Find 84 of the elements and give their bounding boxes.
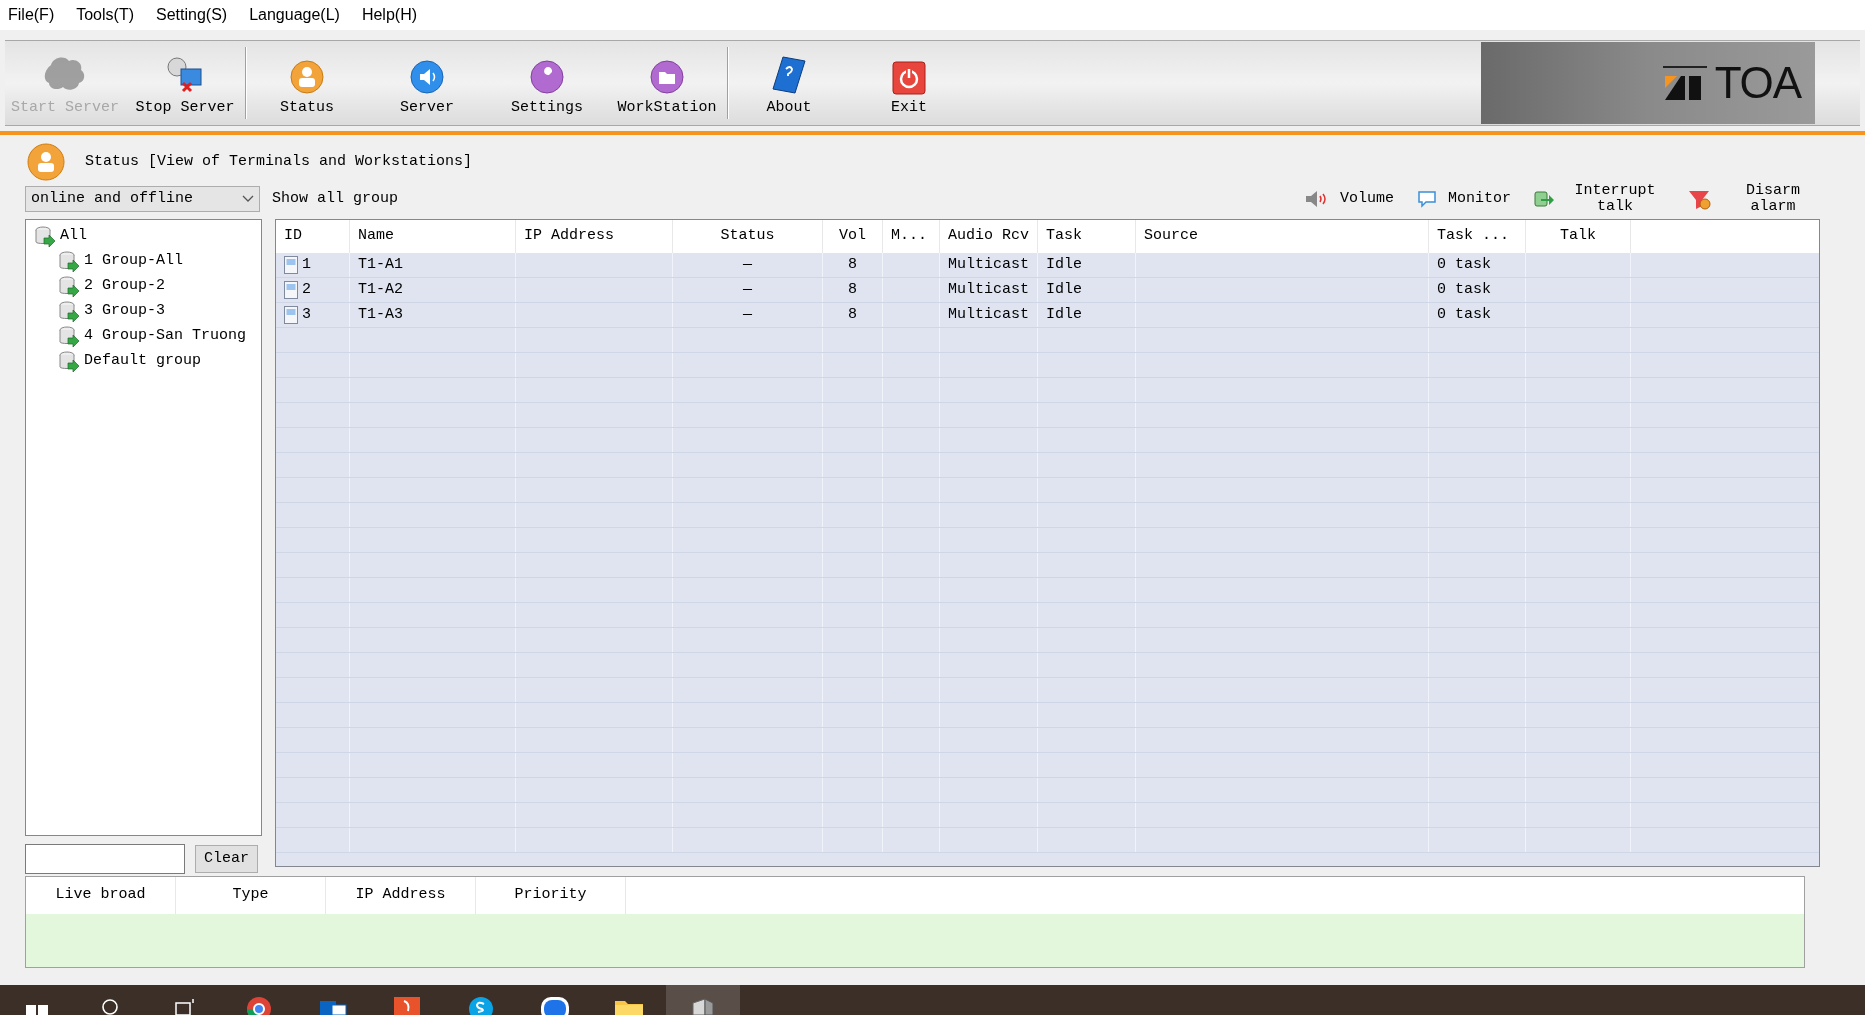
column-header[interactable]: M... [883,220,940,253]
toolbar-button[interactable]: WorkStation [607,41,727,125]
folder-icon [649,58,685,95]
column-header[interactable]: Source [1136,220,1429,253]
toolbar-action-button[interactable]: Monitor [1416,189,1511,209]
tree-item[interactable]: 1 Group-All [34,249,261,274]
table-cell: — [673,278,823,302]
menu-item[interactable]: File(F) [8,3,55,27]
table-cell: 2 [276,278,350,302]
tree-item[interactable]: 3 Group-3 [34,299,261,324]
toolbar-button[interactable]: Settings [487,41,607,125]
speech-bubble-icon [1416,189,1438,209]
menu-item[interactable]: Language(L) [249,3,340,27]
column-header[interactable]: Vol [823,220,883,253]
column-header[interactable]: Name [350,220,516,253]
database-icon [58,325,80,348]
database-icon [34,225,56,248]
table-cell: T1-A1 [350,253,516,277]
table-cell: 1 [276,253,350,277]
column-header[interactable]: IP Address [326,877,476,914]
table-cell: 8 [823,303,883,327]
status-filter-dropdown[interactable]: online and offline [25,186,260,212]
table-cell: T1-A2 [350,278,516,302]
terminal-icon [284,281,298,299]
toolbar-button[interactable]: Stop Server [125,41,245,125]
toolbar-button[interactable]: About [729,41,849,125]
column-header[interactable]: Type [176,877,326,914]
table-cell: 0 task [1429,303,1526,327]
table-cell: 8 [823,253,883,277]
column-header[interactable]: Task [1038,220,1136,253]
table-cell: T1-A3 [350,303,516,327]
column-header[interactable]: IP Address [516,220,673,253]
column-header[interactable]: ID [276,220,350,253]
table-cell: 0 task [1429,253,1526,277]
logo-mark-icon [1662,66,1707,100]
person-icon [289,58,325,95]
search-field[interactable] [25,844,185,874]
menu-item[interactable]: Help(H) [361,3,417,27]
database-icon [58,275,80,298]
table-cell: 8 [823,278,883,302]
menu-item[interactable]: Tools(T) [76,3,134,27]
clear-button[interactable]: Clear [195,845,258,873]
database-icon [58,350,80,373]
toolbar-button[interactable]: Server [367,41,487,125]
column-header[interactable]: Audio Rcv [940,220,1038,253]
table-cell: — [673,303,823,327]
power-icon [892,60,926,95]
database-icon [58,250,80,273]
toolbar-action-button[interactable]: Disarm alarm [1687,183,1823,215]
tree-item[interactable]: All [34,224,261,249]
table-cell: — [673,253,823,277]
terminal-icon [284,256,298,274]
column-header[interactable]: Priority [476,877,626,914]
table-cell: Idle [1038,303,1136,327]
database-icon [58,300,80,323]
toolbar-action-button[interactable]: Interrupt talk [1533,183,1665,215]
logo-text: TOA [1714,61,1801,105]
terminal-icon [284,306,298,324]
group-caption: Show all group [272,188,399,209]
arrow-icon [1533,188,1555,210]
building-icon[interactable] [666,985,740,1015]
tree-item[interactable]: Default group [34,349,261,374]
toolbar-button[interactable]: Exit [849,41,969,125]
speaker-icon [409,58,445,95]
panel-title: Status [View of Terminals and Workstations] [85,151,473,172]
column-header[interactable]: Task ... [1429,220,1526,253]
book-icon [771,54,807,95]
table-cell: Idle [1038,253,1136,277]
column-header[interactable]: Status [673,220,823,253]
tree-item[interactable]: 4 Group-San Truong [34,324,261,349]
toolbar-action-button[interactable]: Volume [1303,189,1394,209]
toolbar-button[interactable]: Status [247,41,367,125]
tree-item[interactable]: 2 Group-2 [34,274,261,299]
table-cell: 3 [276,303,350,327]
table-cell: 0 task [1429,278,1526,302]
menu-item[interactable]: Setting(S) [156,3,228,27]
table-cell: Multicast [940,278,1038,302]
column-header[interactable]: Live broad [26,877,176,914]
table-cell: Multicast [940,303,1038,327]
chevron-down-icon [242,195,254,203]
table-cell: Multicast [940,253,1038,277]
table-cell: Idle [1038,278,1136,302]
person-icon [27,143,65,181]
column-header[interactable]: Talk [1526,220,1631,253]
